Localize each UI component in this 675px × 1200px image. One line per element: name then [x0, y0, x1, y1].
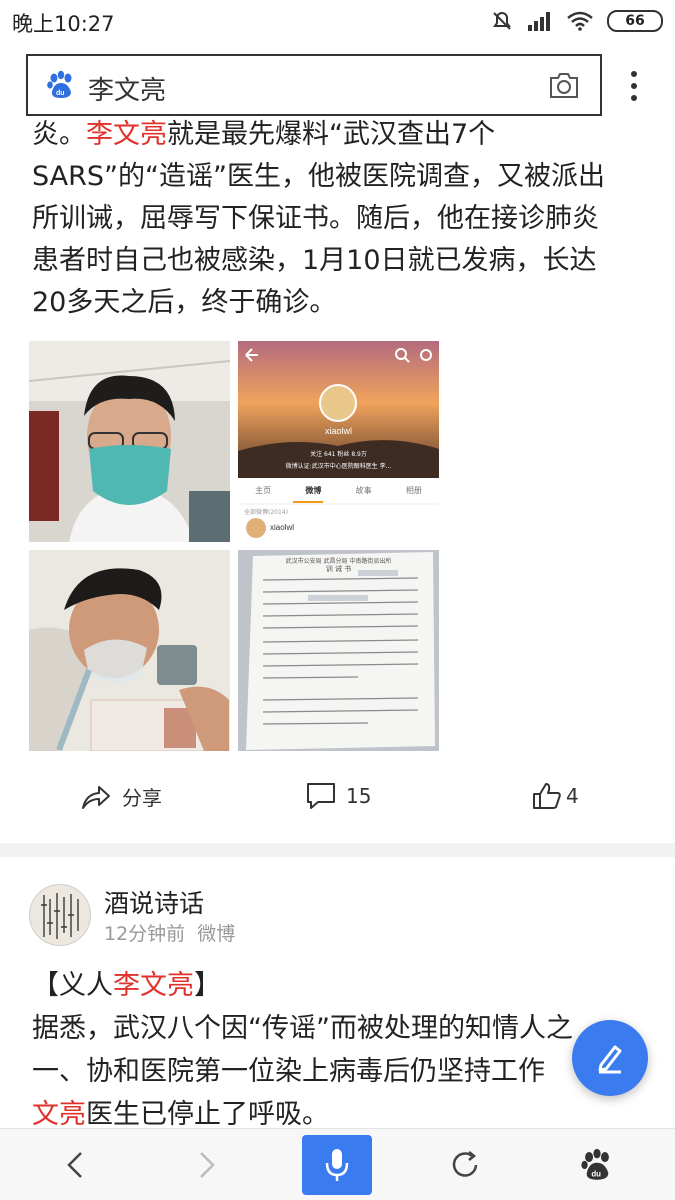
more-menu-icon[interactable]: [622, 66, 646, 106]
text-run: 20多天之后，终于确诊。: [32, 287, 337, 318]
post-time: 12分钟前: [104, 923, 186, 945]
chevron-left-icon: [67, 1152, 82, 1178]
comment-count: 15: [346, 784, 372, 808]
text-run: 医生已停止了呼吸。: [86, 1099, 329, 1130]
status-icons: 66: [491, 9, 663, 33]
weibo-stats: 关注 641 粉丝 8.9万: [310, 451, 367, 458]
photo-admonition-letter[interactable]: 武汉市公安局 武昌分局 中南路街派出所 训 诫 书: [238, 550, 439, 751]
chevron-right-icon: [200, 1152, 215, 1178]
battery-level: 66: [625, 13, 645, 29]
photo-grid[interactable]: xiaolwl 关注 641 粉丝 8.9万 微博认证:武汉市中心医院眼科医生 …: [29, 341, 439, 752]
compose-button[interactable]: [572, 1020, 648, 1096]
refresh-icon: [452, 1151, 478, 1177]
svg-text:du: du: [591, 1169, 601, 1178]
refresh-button[interactable]: [430, 1135, 500, 1195]
baidu-paw-icon: du: [581, 1148, 609, 1180]
article-line: 所训诫，屈辱写下保证书。随后，他在接诊肺炎: [32, 198, 652, 240]
post-line: 【义人李文亮】: [32, 964, 652, 1007]
text-run: 就是最先爆料“武汉查出7个: [167, 119, 496, 150]
article-line: 20多天之后，终于确诊。: [32, 282, 652, 324]
letter-title: 训 诫 书: [325, 565, 352, 573]
mute-icon: [493, 11, 511, 30]
pen-icon: [598, 1045, 622, 1074]
article-line: 患者时自己也被感染，1月10日就已发病，长达: [32, 240, 652, 282]
text-run: 所训诫，屈辱写下保证书。随后，他在接诊肺炎: [32, 203, 599, 234]
baidu-home-button[interactable]: du: [562, 1135, 632, 1195]
camera-icon[interactable]: [548, 70, 580, 100]
share-icon: [82, 785, 110, 809]
text-run: SARS”的“造谣”医生，他被医院调查，又被派出: [32, 161, 605, 192]
comment-icon: [307, 783, 335, 809]
weibo-tab: 微博: [305, 486, 322, 495]
text-run: 【义人: [32, 970, 113, 1001]
comment-button[interactable]: 15: [306, 782, 371, 810]
text-run: 患者时自己也被感染，1月10日就已发病，长达: [32, 245, 597, 276]
article-body: 炎。李文亮就是最先爆料“武汉查出7个 SARS”的“造谣”医生，他被医院调查，又…: [32, 114, 652, 324]
photo-weibo-profile[interactable]: xiaolwl 关注 641 粉丝 8.9万 微博认证:武汉市中心医院眼科医生 …: [238, 341, 439, 542]
weibo-tab: 相册: [405, 486, 422, 495]
like-button[interactable]: 4: [532, 782, 579, 810]
post-line: 据悉，武汉八个因“传谣”而被处理的知情人之: [32, 1007, 652, 1050]
battery-indicator: 66: [607, 10, 663, 32]
status-time: 晚上10:27: [12, 12, 115, 36]
like-count: 4: [566, 784, 579, 808]
baidu-paw-icon: du: [47, 70, 72, 98]
keyword-highlight: 李文亮: [113, 970, 194, 1001]
text-run: 】: [194, 970, 221, 1001]
author-avatar[interactable]: [29, 884, 91, 946]
weibo-verify: 微博认证:武汉市中心医院眼科医生 李...: [285, 463, 392, 470]
text-run: 炎。: [32, 119, 86, 150]
section-divider: [0, 843, 675, 857]
weibo-post-user: xiaolwl: [270, 523, 295, 532]
author-name[interactable]: 酒说诗话: [104, 884, 204, 920]
status-bar: 晚上10:27 66: [0, 0, 675, 44]
photo-doctor-mask[interactable]: [29, 341, 230, 542]
back-button[interactable]: [40, 1135, 110, 1195]
forward-button[interactable]: [172, 1135, 242, 1195]
weibo-tabs: 主页 微博 故事 相册: [238, 485, 439, 496]
weibo-tab: 故事: [355, 486, 372, 495]
post-meta: 12分钟前 微博: [104, 919, 235, 946]
search-bar[interactable]: du 李文亮: [26, 54, 602, 116]
search-query[interactable]: 李文亮: [88, 70, 166, 107]
weibo-username: xiaolwl: [324, 426, 352, 436]
share-label: 分享: [122, 786, 162, 810]
wifi-icon: [567, 11, 593, 31]
post-body: 【义人李文亮】 据悉，武汉八个因“传谣”而被处理的知情人之 一、协和医院第一位染…: [32, 964, 652, 1136]
svg-text:du: du: [56, 90, 65, 97]
weibo-tab: 主页: [255, 486, 272, 495]
voice-search-button[interactable]: [302, 1135, 372, 1195]
photo-hospital-bed[interactable]: [29, 550, 230, 751]
post-line: 一、协和医院第一位染上病毒后仍坚持工作: [32, 1050, 652, 1093]
text-run: 据悉，武汉八个因“传谣”而被处理的知情人之: [32, 1013, 573, 1044]
post-actions: 分享 15 4: [0, 776, 675, 820]
signal-icon: [528, 12, 550, 31]
weibo-all-posts: 全部微博(2014): [244, 509, 288, 516]
keyword-highlight: 李文亮: [86, 119, 167, 150]
microphone-icon: [325, 1149, 349, 1181]
thumbs-up-icon: [533, 783, 561, 809]
article-line: SARS”的“造谣”医生，他被医院调查，又被派出: [32, 156, 652, 198]
post-source: 微博: [197, 923, 236, 945]
share-button[interactable]: 分享: [80, 782, 162, 811]
bottom-nav: du: [0, 1128, 675, 1200]
article-line: 炎。李文亮就是最先爆料“武汉查出7个: [32, 114, 652, 156]
text-run: 一、协和医院第一位染上病毒后仍坚持工作: [32, 1056, 545, 1087]
keyword-highlight: 文亮: [32, 1099, 86, 1130]
